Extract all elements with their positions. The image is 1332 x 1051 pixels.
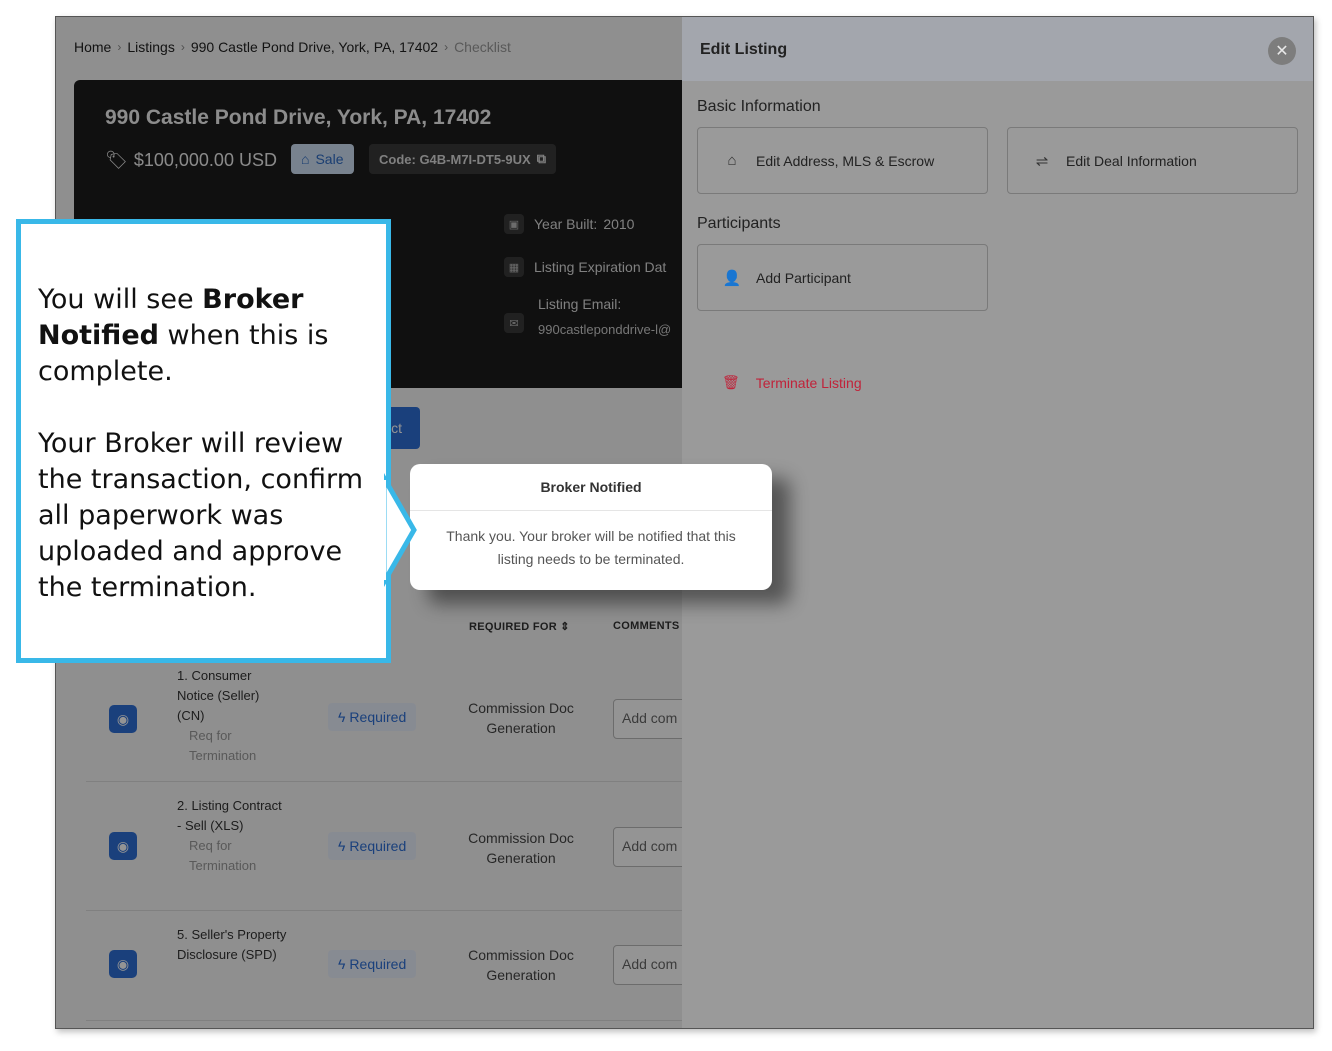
edit-listing-drawer: Edit Listing ✕ Basic Information ⌂ Edit … [682, 17, 1313, 1028]
user-plus-icon: 👤 [722, 269, 742, 287]
drawer-title: Edit Listing [700, 41, 788, 58]
edit-deal-button[interactable]: ⇌ Edit Deal Information [1007, 127, 1298, 194]
callout-line-2: Your Broker will review the transaction,… [38, 428, 363, 603]
edit-address-button[interactable]: ⌂ Edit Address, MLS & Escrow [697, 127, 988, 194]
broker-notified-modal: Broker Notified Thank you. Your broker w… [410, 464, 772, 590]
callout-arrow-icon [384, 472, 417, 588]
handshake-icon: ⇌ [1035, 152, 1049, 170]
close-icon[interactable]: ✕ [1268, 37, 1296, 65]
basic-information-heading: Basic Information [697, 98, 821, 115]
tutorial-callout: You will see Broker Notified when this i… [16, 219, 391, 663]
add-participant-button[interactable]: 👤 Add Participant [697, 244, 988, 311]
modal-body: Thank you. Your broker will be notified … [446, 528, 736, 567]
callout-line-1: You will see Broker Notified when this i… [38, 284, 329, 387]
trash-icon: 🗑 [722, 374, 740, 390]
participants-heading: Participants [697, 215, 781, 232]
terminate-listing-button[interactable]: 🗑 Terminate Listing [722, 374, 862, 391]
home-icon: ⌂ [727, 152, 737, 169]
modal-title: Broker Notified [410, 464, 772, 511]
